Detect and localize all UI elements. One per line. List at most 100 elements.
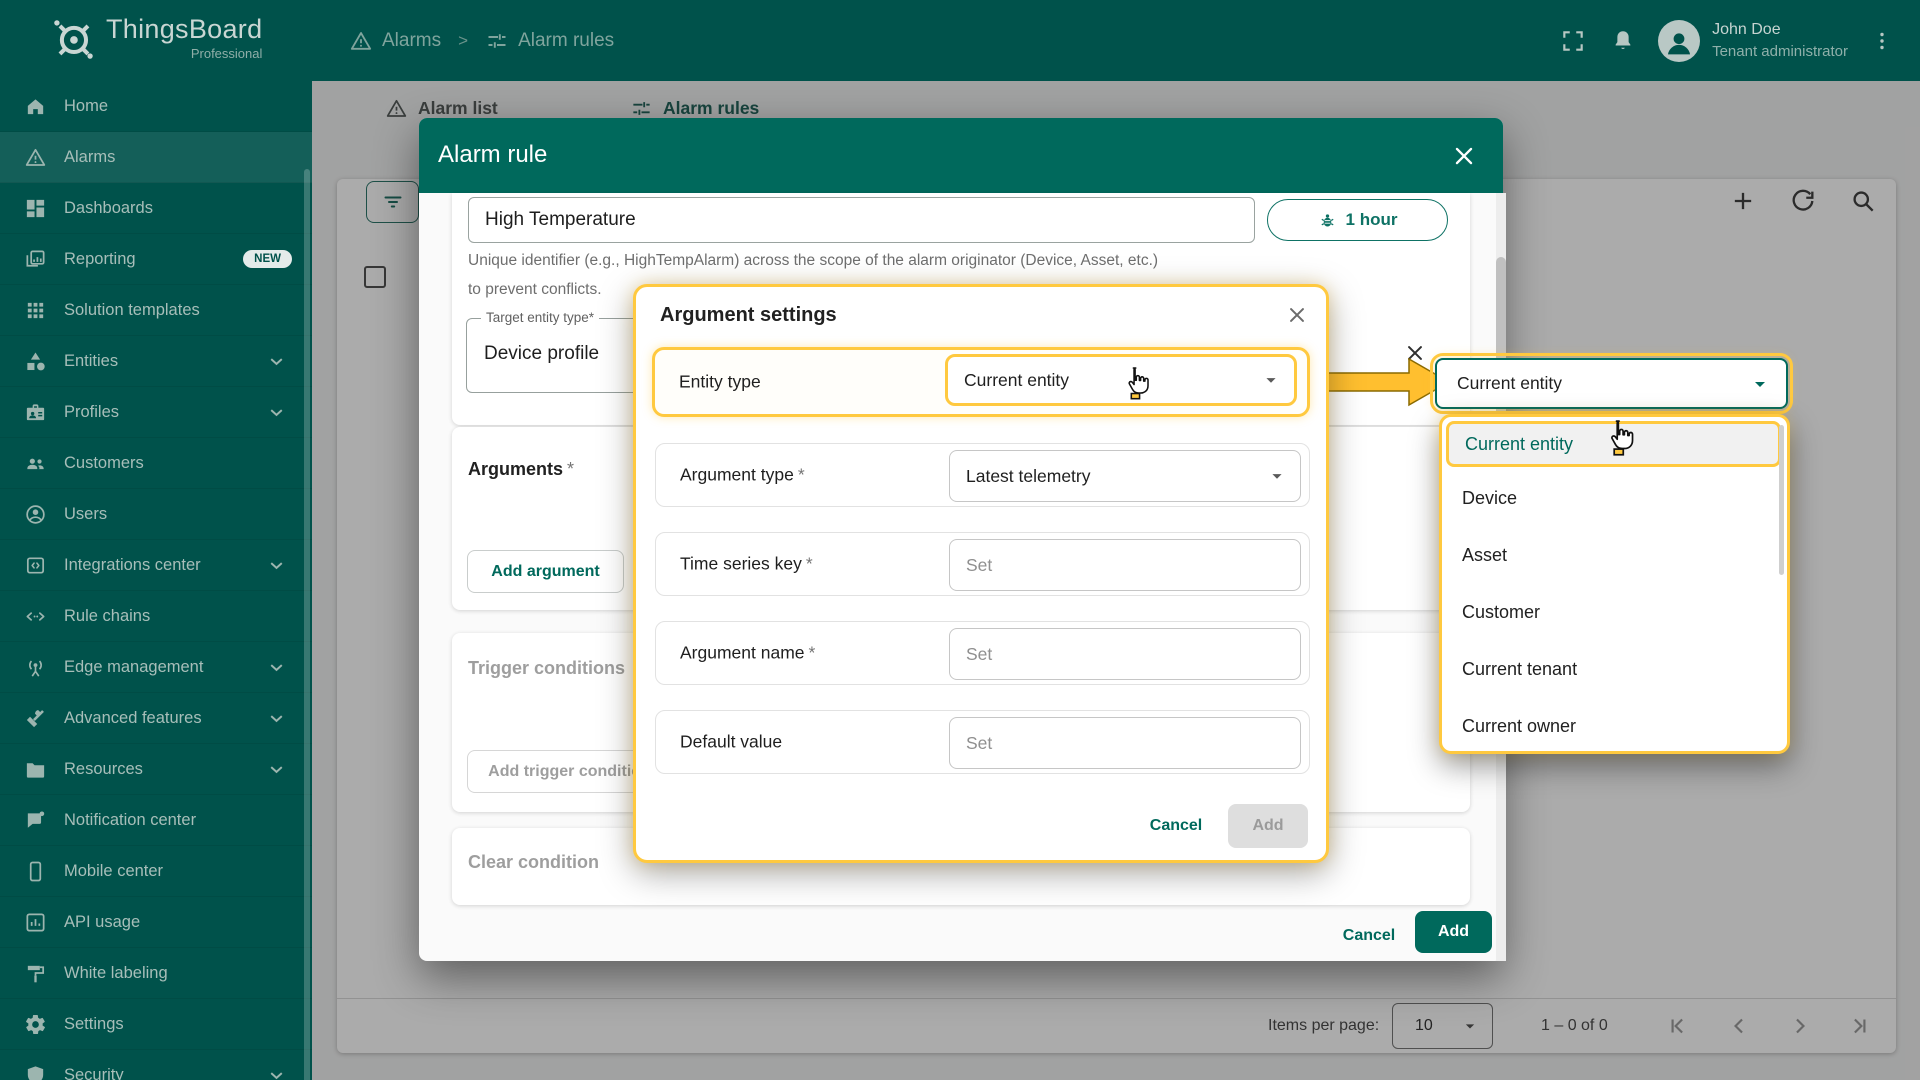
default-value-input[interactable] (966, 733, 1288, 754)
entity-select-value: Current entity (1457, 373, 1562, 394)
sidebar-item-api-usage[interactable]: API usage (0, 897, 312, 948)
sidebar-item-settings[interactable]: Settings (0, 999, 312, 1050)
breadcrumb-alarms[interactable]: Alarms (349, 29, 441, 53)
dialog-cancel-button[interactable]: Cancel (1324, 918, 1414, 954)
sidebar-item-label: Alarms (64, 148, 115, 167)
default-value-label: Default value (680, 732, 782, 753)
api-usage-icon (24, 911, 47, 934)
entity-option-current-tenant[interactable]: Current tenant (1442, 641, 1787, 698)
close-icon[interactable] (1451, 143, 1477, 169)
sidebar-item-customers[interactable]: Customers (0, 438, 312, 489)
logo-title: ThingsBoard (106, 14, 262, 45)
argument-settings-title: Argument settings (660, 304, 837, 327)
argument-type-select[interactable]: Latest telemetry (949, 450, 1301, 502)
sidebar-item-integrations-center[interactable]: Integrations center (0, 540, 312, 591)
thingsboard-logo-icon (50, 16, 96, 62)
entity-option-asset[interactable]: Asset (1442, 527, 1787, 584)
dialog-header: Alarm rule (419, 118, 1503, 193)
name-hint-line1: Unique identifier (e.g., HighTempAlarm) … (468, 252, 1158, 270)
sidebar-item-advanced-features[interactable]: Advanced features (0, 693, 312, 744)
sidebar-item-notification-center[interactable]: Notification center (0, 795, 312, 846)
options-scrollbar-thumb[interactable] (1779, 425, 1784, 575)
tune-icon (485, 29, 509, 53)
sidebar-item-entities[interactable]: Entities (0, 336, 312, 387)
sidebar-item-edge-management[interactable]: Edge management (0, 642, 312, 693)
sidebar-item-alarms[interactable]: Alarms (0, 132, 312, 183)
sidebar-item-resources[interactable]: Resources (0, 744, 312, 795)
entity-option-customer[interactable]: Customer (1442, 584, 1787, 641)
entity-type-value: Current entity (964, 370, 1069, 391)
close-icon[interactable] (1286, 304, 1308, 326)
sidebar-item-reporting[interactable]: ReportingNEW (0, 234, 312, 285)
argument-cancel-button[interactable]: Cancel (1134, 808, 1218, 844)
argument-name-input[interactable] (966, 644, 1288, 665)
entity-option-label: Customer (1462, 602, 1540, 623)
chevron-down-icon (265, 656, 288, 679)
entity-type-row-highlighted: Entity type Current entity (652, 347, 1310, 417)
more-vert-icon[interactable] (1870, 29, 1894, 53)
required-star: * (567, 459, 574, 479)
default-value-field (949, 717, 1301, 769)
sidebar-item-label: Integrations center (64, 556, 201, 575)
sidebar-item-security[interactable]: Security (0, 1050, 312, 1080)
add-argument-button[interactable]: Add argument (467, 550, 624, 593)
time-series-key-field (949, 539, 1301, 591)
home-icon (24, 95, 47, 118)
sidebar-item-label: Entities (64, 352, 118, 371)
arguments-heading: Arguments* (468, 459, 574, 480)
entity-type-label: Entity type (679, 372, 761, 393)
caret-down-icon (1748, 372, 1772, 396)
name-hint-line2: to prevent conflicts. (468, 281, 602, 299)
entity-option-device[interactable]: Device (1442, 470, 1787, 527)
alarm-rule-name-input[interactable] (468, 197, 1255, 243)
app-header: ThingsBoard Professional Alarms > Alarm … (0, 0, 1920, 81)
time-series-key-input[interactable] (966, 555, 1288, 576)
schedule-chip[interactable]: 1 hour (1267, 199, 1448, 241)
sidebar-item-profiles[interactable]: Profiles (0, 387, 312, 438)
thingsboard-app: ThingsBoard Professional Alarms > Alarm … (0, 0, 1920, 1080)
sidebar-item-mobile-center[interactable]: Mobile center (0, 846, 312, 897)
solution-templates-icon (24, 299, 47, 322)
thingsboard-logo[interactable]: ThingsBoard Professional (50, 14, 262, 62)
sidebar-item-white-labeling[interactable]: White labeling (0, 948, 312, 999)
sidebar-item-label: API usage (64, 913, 140, 932)
sidebar-item-home[interactable]: Home (0, 81, 312, 132)
breadcrumb-alarm-rules[interactable]: Alarm rules (485, 29, 614, 53)
breadcrumb-label-alarms: Alarms (382, 30, 441, 52)
sidebar-item-label: Profiles (64, 403, 119, 422)
sidebar-item-label: Advanced features (64, 709, 202, 728)
chevron-down-icon (265, 707, 288, 730)
argument-add-button-disabled[interactable]: Add (1228, 804, 1308, 848)
entity-type-select-expanded[interactable]: Current entity (1435, 358, 1788, 409)
argument-type-value: Latest telemetry (966, 466, 1091, 487)
warning-icon (349, 29, 373, 53)
entity-option-label: Current tenant (1462, 659, 1577, 680)
fullscreen-icon[interactable] (1560, 28, 1586, 54)
sidebar: Home Alarms DashboardsReportingNEWSolution… (0, 81, 312, 1080)
sidebar-scrollbar[interactable] (304, 169, 310, 1080)
rule-chains-icon (24, 605, 47, 628)
default-value-row: Default value (655, 710, 1310, 774)
entity-type-select[interactable]: Current entity (945, 354, 1297, 406)
dialog-add-button[interactable]: Add (1415, 911, 1492, 953)
caret-down-icon (1266, 465, 1288, 487)
sidebar-item-label: Customers (64, 454, 144, 473)
entity-option-label: Current entity (1465, 434, 1573, 455)
sidebar-item-label: Rule chains (64, 607, 150, 626)
advanced-features-icon (24, 707, 47, 730)
users-icon (24, 503, 47, 526)
edge-management-icon (24, 656, 47, 679)
avatar[interactable] (1658, 20, 1700, 62)
profiles-icon (24, 401, 47, 424)
notifications-bell-icon[interactable] (1610, 28, 1636, 54)
sidebar-item-label: Users (64, 505, 107, 524)
sidebar-item-users[interactable]: Users (0, 489, 312, 540)
sidebar-item-dashboards[interactable]: Dashboards (0, 183, 312, 234)
sidebar-item-label: Edge management (64, 658, 203, 677)
sidebar-item-rule-chains[interactable]: Rule chains (0, 591, 312, 642)
sidebar-item-solution-templates[interactable]: Solution templates (0, 285, 312, 336)
integrations-icon (24, 554, 47, 577)
entity-option-current-owner[interactable]: Current owner (1442, 698, 1787, 754)
entity-type-options-panel: Current entity DeviceAsset Customer Current… (1439, 414, 1790, 754)
dashboards-icon (24, 197, 47, 220)
